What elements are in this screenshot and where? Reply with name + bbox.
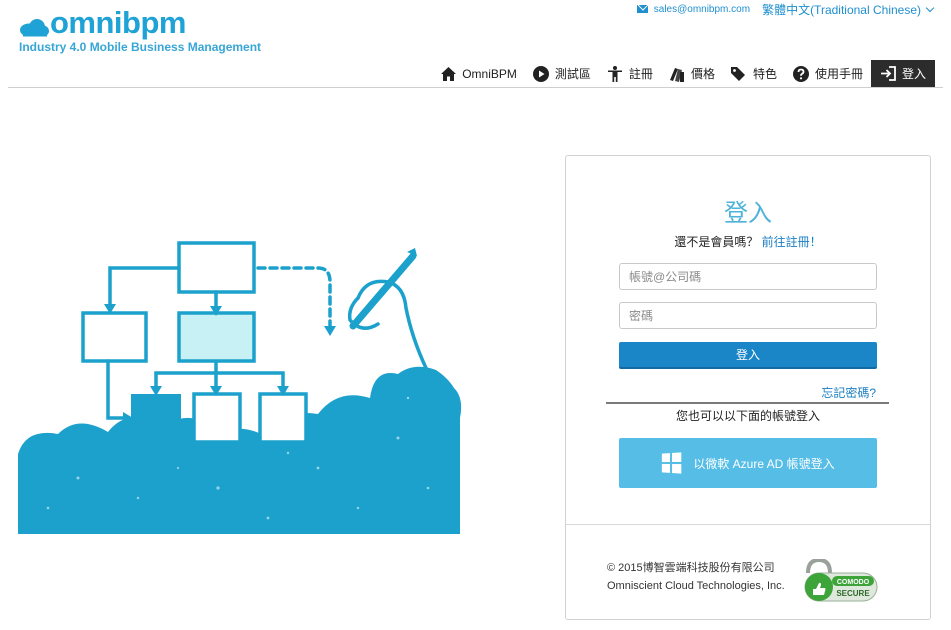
nav-label: 登入 <box>901 67 926 81</box>
nav-label: 測試區 <box>554 67 591 81</box>
windows-icon <box>662 452 682 474</box>
copyright-line2: Omniscient Cloud Technologies, Inc. <box>607 580 785 592</box>
sign-in-icon <box>880 66 896 82</box>
main-nav: OmniBPM 測試區 註冊 價格 特色 使用手冊 登入 <box>432 60 935 87</box>
nav-item-register[interactable]: 註冊 <box>599 60 661 87</box>
alt-login-divider <box>606 402 889 404</box>
azure-login-label: 以微軟 Azure AD 帳號登入 <box>693 456 835 471</box>
nav-item-manual[interactable]: 使用手冊 <box>785 60 871 87</box>
header-divider <box>8 87 943 88</box>
panel-divider <box>566 524 930 525</box>
email-text: sales@omnibpm.com <box>653 3 751 15</box>
alt-login-text: 您也可以以下面的帳號登入 <box>675 409 820 423</box>
language-label: 繁體中文(Traditional Chinese) <box>762 2 921 17</box>
nav-item-omnibpm[interactable]: OmniBPM <box>432 60 525 87</box>
home-icon <box>440 66 456 82</box>
azure-login-button[interactable]: 以微軟 Azure AD 帳號登入 <box>619 438 877 488</box>
not-member-text: 還不是會員嗎？ <box>674 235 759 249</box>
comodo-secure-badge[interactable]: COMODO SECURE <box>802 557 880 605</box>
nav-label: 註冊 <box>628 67 653 81</box>
nav-label: OmniBPM <box>462 66 517 81</box>
nav-item-features[interactable]: 特色 <box>723 60 785 87</box>
login-button[interactable]: 登入 <box>619 342 877 369</box>
mail-icon <box>636 5 648 13</box>
nav-item-login[interactable]: 登入 <box>870 60 935 87</box>
top-bar: sales@omnibpm.com 繁體中文(Traditional Chine… <box>636 1 935 18</box>
forgot-password-link[interactable]: 忘記密碼? <box>821 384 876 401</box>
username-input[interactable] <box>619 263 877 290</box>
register-prompt: 還不是會員嗎？ 前往註冊！ <box>566 233 930 250</box>
logo[interactable]: omnibpm <box>19 5 187 40</box>
badge-top-text: COMODO <box>837 579 870 586</box>
tags-icon <box>730 66 747 82</box>
question-circle-icon <box>792 65 809 82</box>
login-panel: 登入 還不是會員嗎？ 前往註冊！ 登入 忘記密碼? 您也可以以下面的帳號登入 以… <box>565 155 931 620</box>
nav-label: 使用手冊 <box>814 67 863 81</box>
logo-cloud-icon <box>19 17 49 37</box>
email-link[interactable]: sales@omnibpm.com <box>636 3 751 15</box>
copyright: © 2015博智雲端科技股份有限公司 Omniscient Cloud Tech… <box>607 559 797 595</box>
nav-item-sandbox[interactable]: 測試區 <box>525 60 599 87</box>
copyright-line1: © 2015博智雲端科技股份有限公司 <box>607 562 775 574</box>
register-link[interactable]: 前往註冊！ <box>762 235 822 249</box>
books-icon <box>669 66 685 82</box>
tagline: Industry 4.0 Mobile Business Management <box>19 40 262 54</box>
chevron-down-icon <box>925 3 935 12</box>
play-circle-icon <box>532 65 549 82</box>
flowchart-illustration <box>18 238 464 534</box>
language-selector[interactable]: 繁體中文(Traditional Chinese) <box>762 1 935 18</box>
nav-label: 價格 <box>690 67 715 81</box>
nav-item-pricing[interactable]: 價格 <box>661 60 723 87</box>
password-input[interactable] <box>619 302 877 329</box>
nav-label: 特色 <box>752 67 777 81</box>
login-title: 登入 <box>724 199 772 227</box>
person-icon <box>607 65 623 82</box>
badge-bottom-text: SECURE <box>836 589 870 598</box>
logo-text: omnibpm <box>50 5 187 40</box>
